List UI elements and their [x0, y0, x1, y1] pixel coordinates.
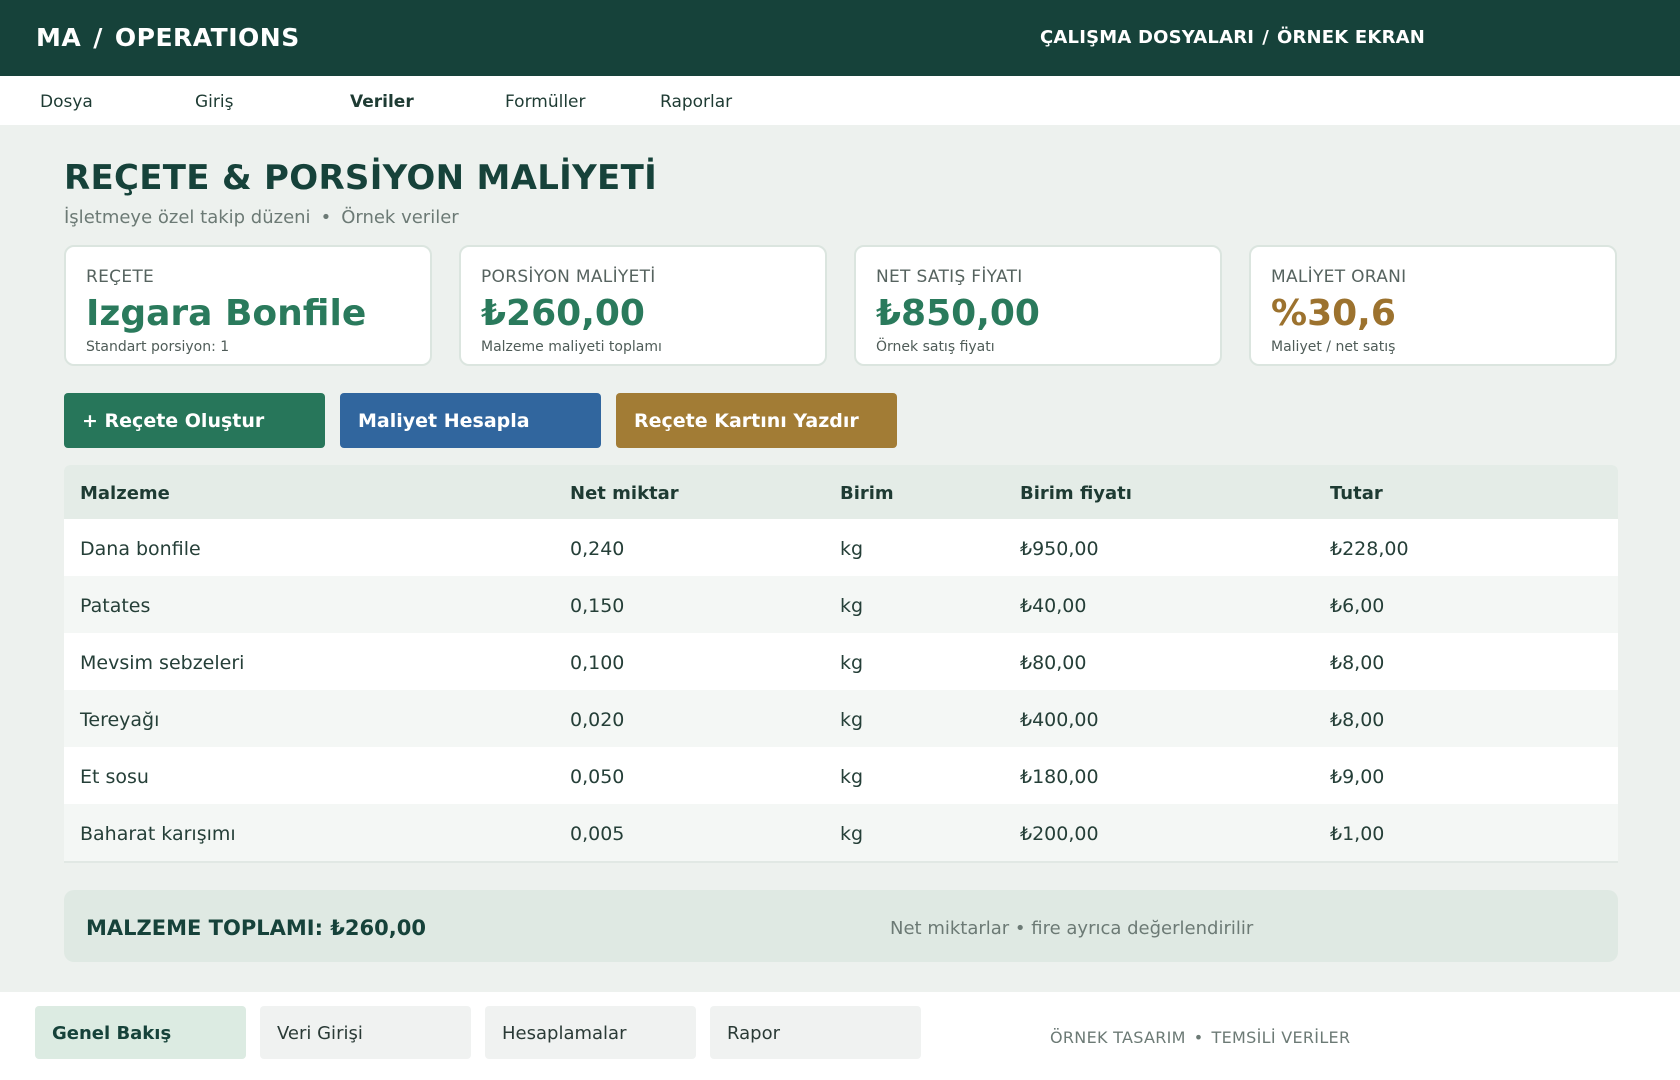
cell-ingredient: Patates	[80, 595, 151, 617]
subtitle-right: Örnek veriler	[341, 207, 459, 228]
kpi-card-portion-cost: PORSİYON MALİYETİ ₺260,00 Malzeme maliye…	[459, 245, 827, 366]
calculate-cost-button[interactable]: Maliyet Hesapla	[340, 393, 601, 448]
kpi-note: Maliyet / net satış	[1271, 339, 1396, 355]
cell-unit: kg	[840, 766, 864, 788]
footer-bar: Genel Bakış Veri Girişi Hesaplamalar Rap…	[0, 992, 1680, 1080]
tab-data-entry[interactable]: Veri Girişi	[260, 1006, 471, 1059]
kpi-value: Izgara Bonfile	[86, 293, 367, 334]
tab-calculations[interactable]: Hesaplamalar	[485, 1006, 696, 1059]
kpi-label: MALİYET ORANI	[1271, 267, 1407, 287]
brand[interactable]: MA / OPERATIONS	[36, 0, 300, 76]
kpi-note: Malzeme maliyeti toplamı	[481, 339, 662, 355]
column-header-net-quantity[interactable]: Net miktar	[570, 465, 679, 523]
cell-ingredient: Tereyağı	[80, 709, 160, 731]
ingredients-table: Malzeme Net miktar Birim Birim fiyatı Tu…	[64, 465, 1618, 863]
total-summary-bar: MALZEME TOPLAMI: ₺260,00 Net miktarlar •…	[64, 890, 1618, 962]
cell-unit: kg	[840, 652, 864, 674]
table-row[interactable]: Dana bonfile 0,240 kg ₺950,00 ₺228,00	[64, 519, 1618, 576]
kpi-label: NET SATIŞ FİYATI	[876, 267, 1023, 287]
table-row[interactable]: Baharat karışımı 0,005 kg ₺200,00 ₺1,00	[64, 804, 1618, 861]
breadcrumb-item-sample-screen[interactable]: ÖRNEK EKRAN	[1277, 27, 1425, 48]
page-title: REÇETE & PORSİYON MALİYETİ	[64, 158, 658, 198]
menu-item-home[interactable]: Giriş	[195, 76, 233, 128]
print-recipe-card-button[interactable]: Reçete Kartını Yazdır	[616, 393, 897, 448]
footer-note-right: TEMSİLİ VERİLER	[1211, 1028, 1351, 1047]
kpi-value: %30,6	[1271, 293, 1396, 334]
menu-item-file[interactable]: Dosya	[40, 76, 93, 128]
kpi-card-recipe: REÇETE Izgara Bonfile Standart porsiyon:…	[64, 245, 432, 366]
table-row[interactable]: Mevsim sebzeleri 0,100 kg ₺80,00 ₺8,00	[64, 633, 1618, 690]
cell-amount: ₺8,00	[1330, 652, 1385, 674]
cell-ingredient: Dana bonfile	[80, 538, 201, 560]
cell-unit-price: ₺40,00	[1020, 595, 1087, 617]
footer-note: ÖRNEK TASARIM • TEMSİLİ VERİLER	[1050, 992, 1350, 1080]
cell-ingredient: Mevsim sebzeleri	[80, 652, 245, 674]
top-bar: MA / OPERATIONS ÇALIŞMA DOSYALARI / ÖRNEK EK…	[0, 0, 1680, 76]
table-row[interactable]: Tereyağı 0,020 kg ₺400,00 ₺8,00	[64, 690, 1618, 747]
breadcrumb-separator: /	[1262, 27, 1269, 48]
kpi-value: ₺850,00	[876, 293, 1040, 334]
breadcrumb: ÇALIŞMA DOSYALARI / ÖRNEK EKRAN	[1040, 0, 1425, 76]
menu-item-formulas[interactable]: Formüller	[505, 76, 586, 128]
table-row[interactable]: Et sosu 0,050 kg ₺180,00 ₺9,00	[64, 747, 1618, 804]
cell-net-quantity: 0,050	[570, 766, 625, 788]
cell-amount: ₺228,00	[1330, 538, 1409, 560]
brand-section: OPERATIONS	[114, 23, 300, 52]
cell-net-quantity: 0,020	[570, 709, 625, 731]
cell-amount: ₺9,00	[1330, 766, 1385, 788]
column-header-amount[interactable]: Tutar	[1330, 465, 1383, 523]
cell-net-quantity: 0,240	[570, 538, 625, 560]
kpi-note: Standart porsiyon: 1	[86, 339, 230, 355]
cell-unit-price: ₺950,00	[1020, 538, 1099, 560]
footer-note-left: ÖRNEK TASARIM	[1050, 1028, 1186, 1047]
create-recipe-button[interactable]: + Reçete Oluştur	[64, 393, 325, 448]
subtitle-dot: •	[320, 207, 332, 228]
tab-overview[interactable]: Genel Bakış	[35, 1006, 246, 1059]
table-header: Malzeme Net miktar Birim Birim fiyatı Tu…	[64, 465, 1618, 519]
cell-ingredient: Et sosu	[80, 766, 149, 788]
cell-amount: ₺1,00	[1330, 823, 1385, 845]
ingredient-total: MALZEME TOPLAMI: ₺260,00	[86, 916, 426, 940]
kpi-label: PORSİYON MALİYETİ	[481, 267, 656, 287]
menu-item-data[interactable]: Veriler	[350, 76, 414, 128]
total-note: Net miktarlar • fire ayrıca değerlendiri…	[890, 918, 1254, 939]
column-header-ingredient[interactable]: Malzeme	[80, 465, 170, 523]
brand-logo-text: MA	[36, 23, 82, 52]
cell-unit-price: ₺400,00	[1020, 709, 1099, 731]
table-row[interactable]: Patates 0,150 kg ₺40,00 ₺6,00	[64, 576, 1618, 633]
cell-unit-price: ₺80,00	[1020, 652, 1087, 674]
cell-net-quantity: 0,005	[570, 823, 625, 845]
cell-unit: kg	[840, 595, 864, 617]
kpi-card-cost-ratio: MALİYET ORANI %30,6 Maliyet / net satış	[1249, 245, 1617, 366]
kpi-label: REÇETE	[86, 267, 155, 287]
cell-amount: ₺6,00	[1330, 595, 1385, 617]
column-header-unit-price[interactable]: Birim fiyatı	[1020, 465, 1132, 523]
column-header-unit[interactable]: Birim	[840, 465, 894, 523]
kpi-value: ₺260,00	[481, 293, 645, 334]
breadcrumb-item-work-files[interactable]: ÇALIŞMA DOSYALARI	[1040, 27, 1254, 48]
table-body: Dana bonfile 0,240 kg ₺950,00 ₺228,00 Pa…	[64, 519, 1618, 861]
cell-amount: ₺8,00	[1330, 709, 1385, 731]
kpi-card-net-sales-price: NET SATIŞ FİYATI ₺850,00 Örnek satış fiy…	[854, 245, 1222, 366]
cell-unit-price: ₺180,00	[1020, 766, 1099, 788]
menu-bar: Dosya Giriş Veriler Formüller Raporlar	[0, 76, 1680, 125]
page-subtitle: İşletmeye özel takip düzeni • Örnek verile…	[64, 207, 459, 228]
menu-item-reports[interactable]: Raporlar	[660, 76, 732, 128]
cell-unit: kg	[840, 823, 864, 845]
subtitle-left: İşletmeye özel takip düzeni	[64, 207, 311, 228]
cell-ingredient: Baharat karışımı	[80, 823, 236, 845]
tab-report[interactable]: Rapor	[710, 1006, 921, 1059]
cell-unit-price: ₺200,00	[1020, 823, 1099, 845]
kpi-note: Örnek satış fiyatı	[876, 339, 995, 355]
cell-net-quantity: 0,100	[570, 652, 625, 674]
cell-unit: kg	[840, 538, 864, 560]
brand-separator: /	[93, 23, 103, 52]
footer-note-dot: •	[1193, 1028, 1204, 1047]
cell-unit: kg	[840, 709, 864, 731]
cell-net-quantity: 0,150	[570, 595, 625, 617]
